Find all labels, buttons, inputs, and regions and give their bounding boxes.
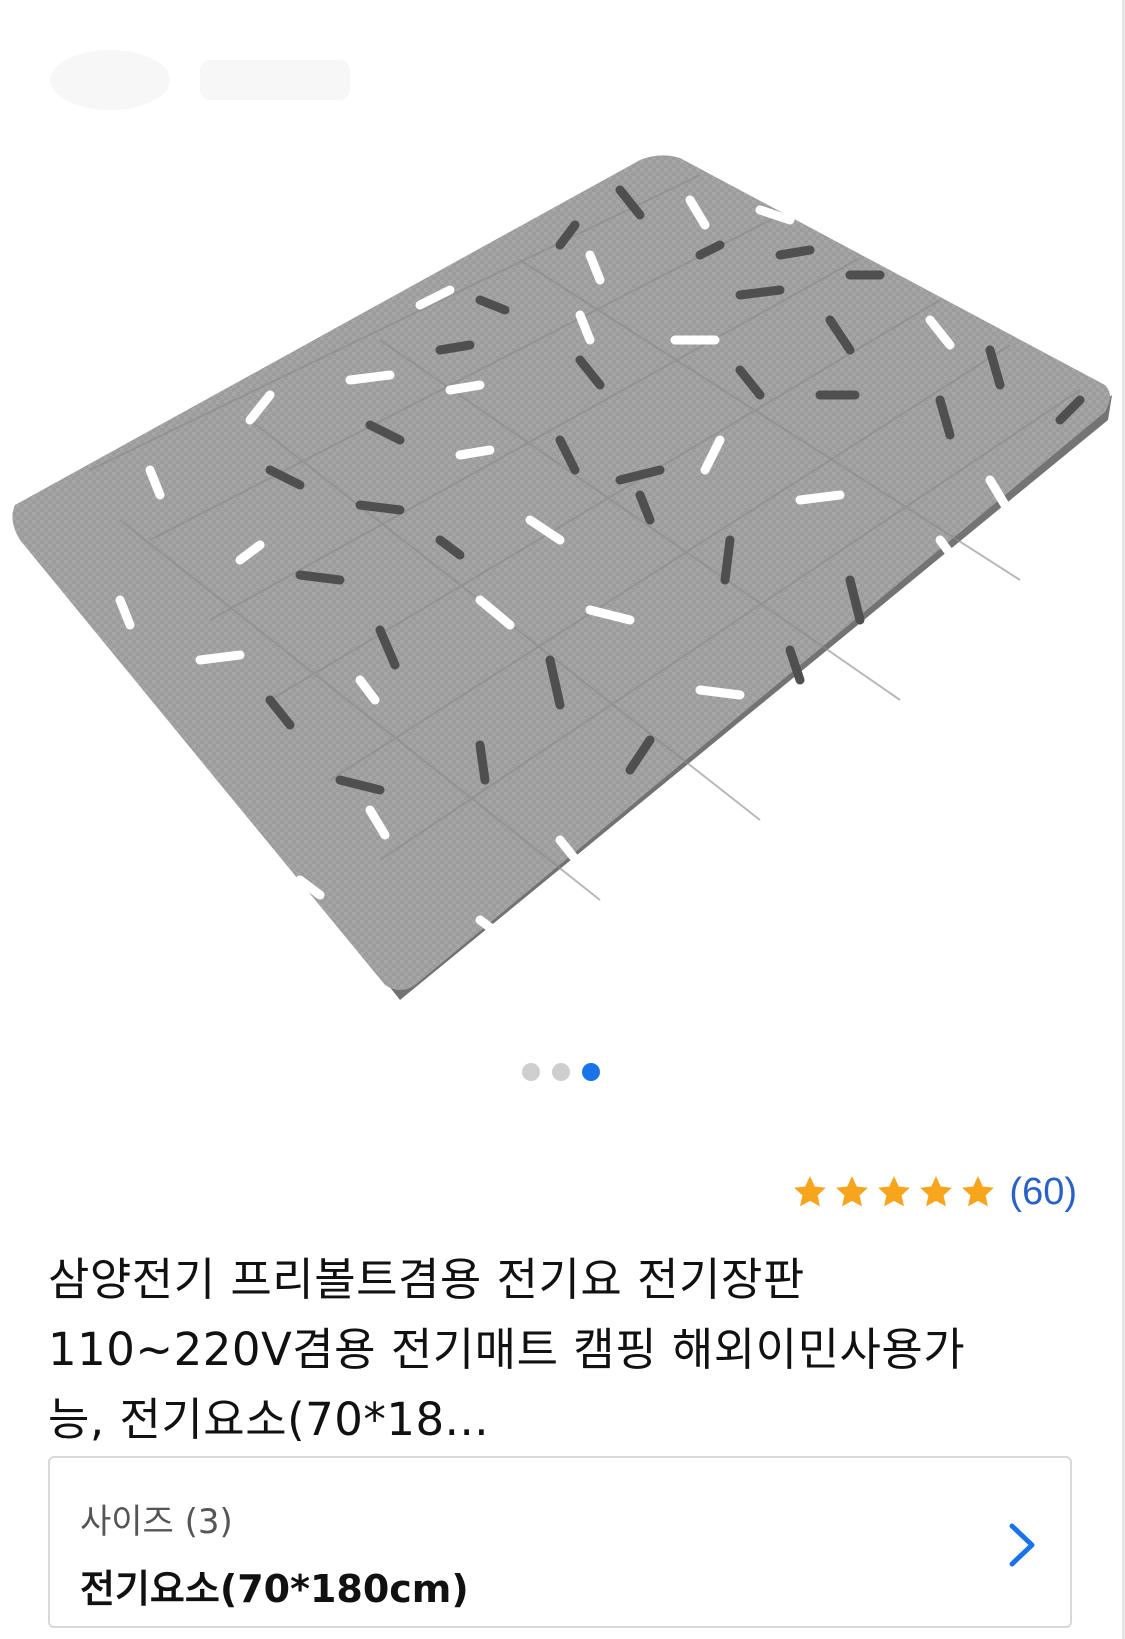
carousel-dot-active[interactable] xyxy=(582,1063,600,1081)
product-title: 삼양전기 프리볼트겸용 전기요 전기장판 110~220V겸용 전기매트 캠핑 … xyxy=(48,1245,1078,1455)
star-icon xyxy=(878,1176,911,1207)
product-title-line: 삼양전기 프리볼트겸용 전기요 전기장판 xyxy=(48,1253,805,1306)
rating-summary[interactable]: (60) xyxy=(791,1168,1077,1216)
carousel-dot[interactable] xyxy=(522,1063,540,1081)
review-count[interactable]: (60) xyxy=(1009,1171,1077,1214)
carousel-dot[interactable] xyxy=(552,1063,570,1081)
size-option-selector[interactable]: 사이즈 (3) 전기요소(70*180cm) xyxy=(48,1456,1072,1628)
product-title-line: 110~220V겸용 전기매트 캠핑 해외이민사용가 xyxy=(48,1323,966,1376)
product-image xyxy=(12,155,1112,1000)
star-icon xyxy=(962,1176,995,1207)
star-icon xyxy=(920,1176,953,1207)
star-icon xyxy=(836,1176,869,1207)
star-icon xyxy=(794,1176,827,1207)
option-label: 사이즈 (3) xyxy=(80,1502,233,1542)
watermark-logo xyxy=(30,40,380,120)
chevron-right-icon xyxy=(1009,1523,1035,1567)
product-image-gallery[interactable] xyxy=(0,0,1122,1110)
option-selected-value: 전기요소(70*180cm) xyxy=(80,1567,469,1611)
product-title-line: 능, 전기요소(70*18... xyxy=(48,1393,490,1446)
carousel-indicator xyxy=(0,1063,1122,1081)
